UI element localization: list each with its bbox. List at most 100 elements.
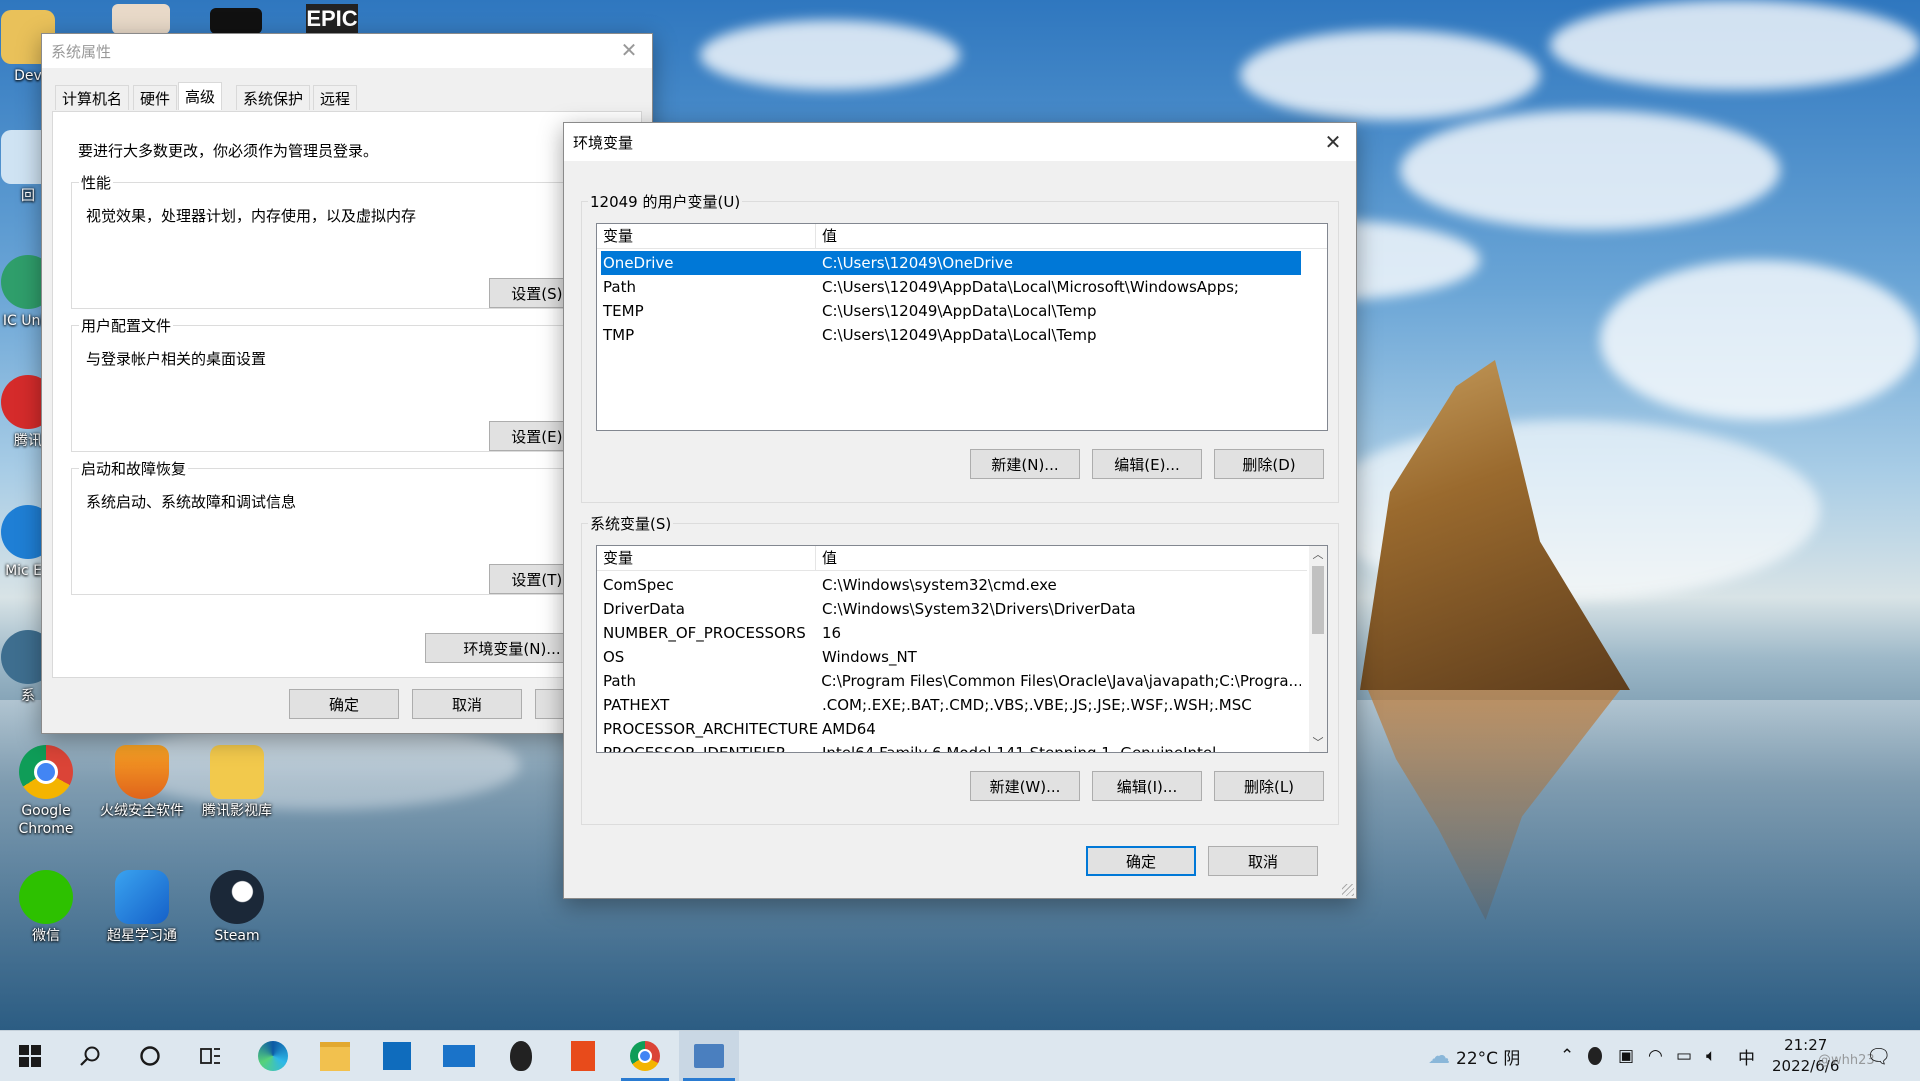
desktop-icon-chaoxing[interactable]: 超星学习通 xyxy=(100,870,184,945)
battery-icon: ▭ xyxy=(1676,1046,1693,1066)
folder-video-icon xyxy=(210,745,264,799)
device-icon: ▣ xyxy=(1618,1046,1635,1066)
user-var-row-onedrive[interactable]: OneDrive C:\Users\12049\OneDrive xyxy=(601,251,1301,275)
envvars-ok-button[interactable]: 确定 xyxy=(1086,846,1196,876)
tiktok-icon[interactable] xyxy=(210,8,262,34)
weather-widget[interactable]: ☁ 22°C 阴 xyxy=(1428,1031,1520,1081)
user-variables-list[interactable]: 变量 值 OneDrive C:\Users\12049\OneDrive Pa… xyxy=(596,223,1328,431)
desktop-icon-video-library[interactable]: 腾讯影视库 xyxy=(195,745,279,820)
list-header: 变量 值 xyxy=(597,546,1307,571)
sysprops-cancel-button[interactable]: 取消 xyxy=(412,689,522,719)
system-properties-titlebar[interactable]: 系统属性 ✕ xyxy=(42,34,652,68)
tab-computer-name[interactable]: 计算机名 xyxy=(55,85,130,110)
huorong-icon xyxy=(115,745,169,799)
scroll-down-arrow-icon[interactable]: ﹀ xyxy=(1309,734,1327,752)
sys-var-row-processor-architecture[interactable]: PROCESSOR_ARCHITECTURE AMD64 xyxy=(601,717,1301,741)
chrome-icon xyxy=(630,1041,660,1071)
tray-device[interactable]: ▣ xyxy=(1618,1031,1634,1081)
taskbar-edge[interactable] xyxy=(245,1031,301,1081)
sys-var-row-comspec[interactable]: ComSpec C:\Windows\system32\cmd.exe xyxy=(601,573,1301,597)
taskbar-alienware[interactable] xyxy=(493,1031,549,1081)
tray-volume[interactable]: 🔈︎ xyxy=(1706,1031,1716,1081)
input-method-indicator[interactable]: 中 xyxy=(1738,1031,1755,1081)
column-header-value[interactable]: 值 xyxy=(816,224,1327,248)
tab-strip: 计算机名 硬件 高级 系统保护 远程 xyxy=(55,82,615,112)
store-icon xyxy=(383,1042,411,1070)
environment-variables-titlebar[interactable]: 环境变量 ✕ xyxy=(564,123,1356,161)
epic-games-icon[interactable]: EPIC xyxy=(306,4,358,34)
desktop-icon-steam[interactable]: Steam xyxy=(195,870,279,945)
vertical-scrollbar[interactable]: ︿ ﹀ xyxy=(1309,546,1327,752)
qq-penguin-icon xyxy=(1588,1047,1602,1065)
column-header-variable[interactable]: 变量 xyxy=(597,224,816,248)
user-var-row-tmp[interactable]: TMP C:\Users\12049\AppData\Local\Temp xyxy=(601,323,1301,347)
cortana-button[interactable] xyxy=(122,1031,178,1081)
resize-grip-icon[interactable] xyxy=(1342,884,1354,896)
user-var-row-temp[interactable]: TEMP C:\Users\12049\AppData\Local\Temp xyxy=(601,299,1301,323)
sys-var-row-path[interactable]: Path C:\Program Files\Common Files\Oracl… xyxy=(601,669,1301,693)
desktop-icon-wechat[interactable]: 微信 xyxy=(4,870,88,945)
notification-center-button[interactable]: 🗨︎ xyxy=(1866,1031,1891,1081)
taskbar-mail[interactable] xyxy=(431,1031,487,1081)
user-new-button[interactable]: 新建(N)... xyxy=(970,449,1080,479)
tab-panel: 要进行大多数更改，你必须作为管理员登录。 性能 视觉效果，处理器计划，内存使用，… xyxy=(52,111,642,678)
sys-var-row-pathext[interactable]: PATHEXT .COM;.EXE;.BAT;.CMD;.VBS;.VBE;.J… xyxy=(601,693,1301,717)
tray-battery[interactable]: ▭ xyxy=(1676,1031,1692,1081)
scroll-up-arrow-icon[interactable]: ︿ xyxy=(1309,546,1327,564)
startup-recovery-title: 启动和故障恢复 xyxy=(79,458,189,479)
cloud-icon: ☁ xyxy=(1428,1043,1450,1069)
user-edit-button[interactable]: 编辑(E)... xyxy=(1092,449,1202,479)
tab-system-protection[interactable]: 系统保护 xyxy=(236,85,311,110)
office-icon xyxy=(571,1041,595,1071)
start-button[interactable] xyxy=(2,1031,58,1081)
sysprops-ok-button[interactable]: 确定 xyxy=(289,689,399,719)
close-icon[interactable]: ✕ xyxy=(1310,123,1356,161)
taskbar-system-properties[interactable] xyxy=(679,1031,739,1081)
tray-network[interactable]: ◠ xyxy=(1648,1031,1663,1081)
weather-text: 22°C 阴 xyxy=(1456,1048,1521,1069)
sys-var-row-os[interactable]: OS Windows_NT xyxy=(601,645,1301,669)
taskbar-file-explorer[interactable] xyxy=(307,1031,363,1081)
system-variables-title: 系统变量(S) xyxy=(588,513,674,534)
tray-qq[interactable] xyxy=(1588,1031,1602,1081)
taskbar-store[interactable] xyxy=(369,1031,425,1081)
system-new-button[interactable]: 新建(W)... xyxy=(970,771,1080,801)
folder-icon xyxy=(320,1041,350,1071)
startup-recovery-desc: 系统启动、系统故障和调试信息 xyxy=(86,493,297,511)
tab-hardware[interactable]: 硬件 xyxy=(133,85,178,110)
taskbar-chrome[interactable] xyxy=(617,1031,673,1081)
window-title: 环境变量 xyxy=(573,133,634,152)
scrollbar-thumb[interactable] xyxy=(1312,566,1324,634)
search-button[interactable] xyxy=(62,1031,118,1081)
column-header-variable[interactable]: 变量 xyxy=(597,546,816,570)
game-icon[interactable] xyxy=(112,4,170,34)
sys-var-row-driverdata[interactable]: DriverData C:\Windows\System32\Drivers\D… xyxy=(601,597,1301,621)
tab-remote[interactable]: 远程 xyxy=(313,85,358,110)
envvars-cancel-button[interactable]: 取消 xyxy=(1208,846,1318,876)
user-variables-title: 12049 的用户变量(U) xyxy=(588,191,743,212)
close-icon[interactable]: ✕ xyxy=(606,34,652,66)
tab-advanced[interactable]: 高级 xyxy=(178,82,223,110)
mail-icon xyxy=(443,1045,475,1067)
task-view-button[interactable] xyxy=(182,1031,238,1081)
taskbar-office[interactable] xyxy=(555,1031,611,1081)
user-delete-button[interactable]: 删除(D) xyxy=(1214,449,1324,479)
system-delete-button[interactable]: 删除(L) xyxy=(1214,771,1324,801)
tray-overflow-button[interactable]: ⌃ xyxy=(1560,1031,1574,1081)
system-edit-button[interactable]: 编辑(I)... xyxy=(1092,771,1202,801)
system-variables-list[interactable]: 变量 值 ComSpec C:\Windows\system32\cmd.exe… xyxy=(596,545,1328,753)
sys-var-row-processor-identifier[interactable]: PROCESSOR_IDENTIFIER Intel64 Family 6 Mo… xyxy=(601,741,1301,752)
chevron-up-icon: ⌃ xyxy=(1560,1046,1575,1066)
desktop-icon-chrome[interactable]: Google Chrome xyxy=(4,745,88,838)
column-header-value[interactable]: 值 xyxy=(816,546,1307,570)
performance-desc: 视觉效果，处理器计划，内存使用，以及虚拟内存 xyxy=(86,207,417,225)
wechat-icon xyxy=(19,870,73,924)
cortana-circle-icon xyxy=(140,1046,160,1066)
admin-note: 要进行大多数更改，你必须作为管理员登录。 xyxy=(78,142,379,160)
wifi-icon: ◠ xyxy=(1648,1046,1663,1066)
user-var-row-path[interactable]: Path C:\Users\12049\AppData\Local\Micros… xyxy=(601,275,1301,299)
computer-settings-icon xyxy=(694,1044,724,1068)
sys-var-row-number-of-processors[interactable]: NUMBER_OF_PROCESSORS 16 xyxy=(601,621,1301,645)
desktop-icon-huorong[interactable]: 火绒安全软件 xyxy=(100,745,184,820)
taskbar: ☁ 22°C 阴 ⌃ ▣ ◠ ▭ 🔈︎ 中 21:27 2022/6/6 @wh… xyxy=(0,1030,1920,1081)
